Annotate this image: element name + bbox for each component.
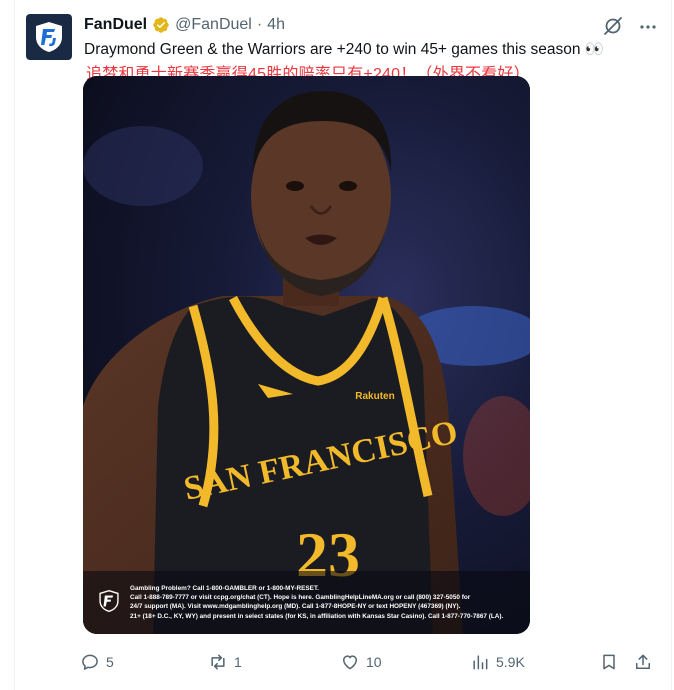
bookmark-button[interactable] (599, 648, 619, 676)
disclaimer-line: 24/7 support (MA). Visit www.mdgamblingh… (130, 603, 461, 611)
share-icon (636, 654, 650, 669)
views-button[interactable]: 5.9K (470, 648, 525, 676)
fanduel-logo-icon (36, 22, 62, 52)
reply-button[interactable]: 5 (80, 648, 114, 676)
verified-badge-icon[interactable] (152, 16, 170, 34)
reply-icon (82, 654, 98, 670)
bookmark-icon (603, 654, 615, 670)
fanduel-avatar[interactable] (26, 14, 72, 60)
like-count: 10 (366, 654, 382, 670)
views-count: 5.9K (496, 654, 525, 670)
separator-dot: · (256, 16, 263, 33)
repost-count: 1 (234, 654, 242, 670)
player-photo: Rakuten SAN FRANCISCO 23 (83, 76, 530, 634)
tweet-actions: 5 1 10 5.9K (80, 648, 660, 678)
disclaimer-line: Call 1-888-789-7777 or visit ccpg.org/ch… (130, 594, 471, 602)
svg-text:Rakuten: Rakuten (355, 391, 394, 402)
reply-count: 5 (106, 654, 114, 670)
tweet-timestamp[interactable]: 4h (267, 16, 285, 34)
disclaimer-line: 21+ (18+ D.C., KY, WY) and present in se… (130, 612, 504, 620)
share-button[interactable] (633, 648, 653, 676)
gambling-disclaimer: Gambling Problem? Call 1-800-GAMBLER or … (130, 584, 520, 621)
tweet-text: Draymond Green & the Warriors are +240 t… (84, 41, 605, 58)
tweet-header: FanDuel @FanDuel · 4h (84, 14, 285, 36)
author-name[interactable]: FanDuel (84, 16, 147, 34)
disclaimer-line: Gambling Problem? Call 1-800-GAMBLER or … (130, 585, 319, 592)
heart-icon (343, 655, 357, 670)
repost-button[interactable]: 1 (208, 648, 242, 676)
views-chart-icon (473, 655, 488, 670)
tweet-image[interactable]: Rakuten SAN FRANCISCO 23 Gambling Proble… (83, 76, 530, 634)
author-handle[interactable]: @FanDuel (175, 16, 252, 34)
fanduel-watermark-icon (98, 590, 120, 612)
grok-icon[interactable] (601, 14, 625, 38)
repost-icon (211, 654, 225, 670)
like-button[interactable]: 10 (340, 648, 382, 676)
more-options-icon[interactable] (637, 16, 659, 38)
